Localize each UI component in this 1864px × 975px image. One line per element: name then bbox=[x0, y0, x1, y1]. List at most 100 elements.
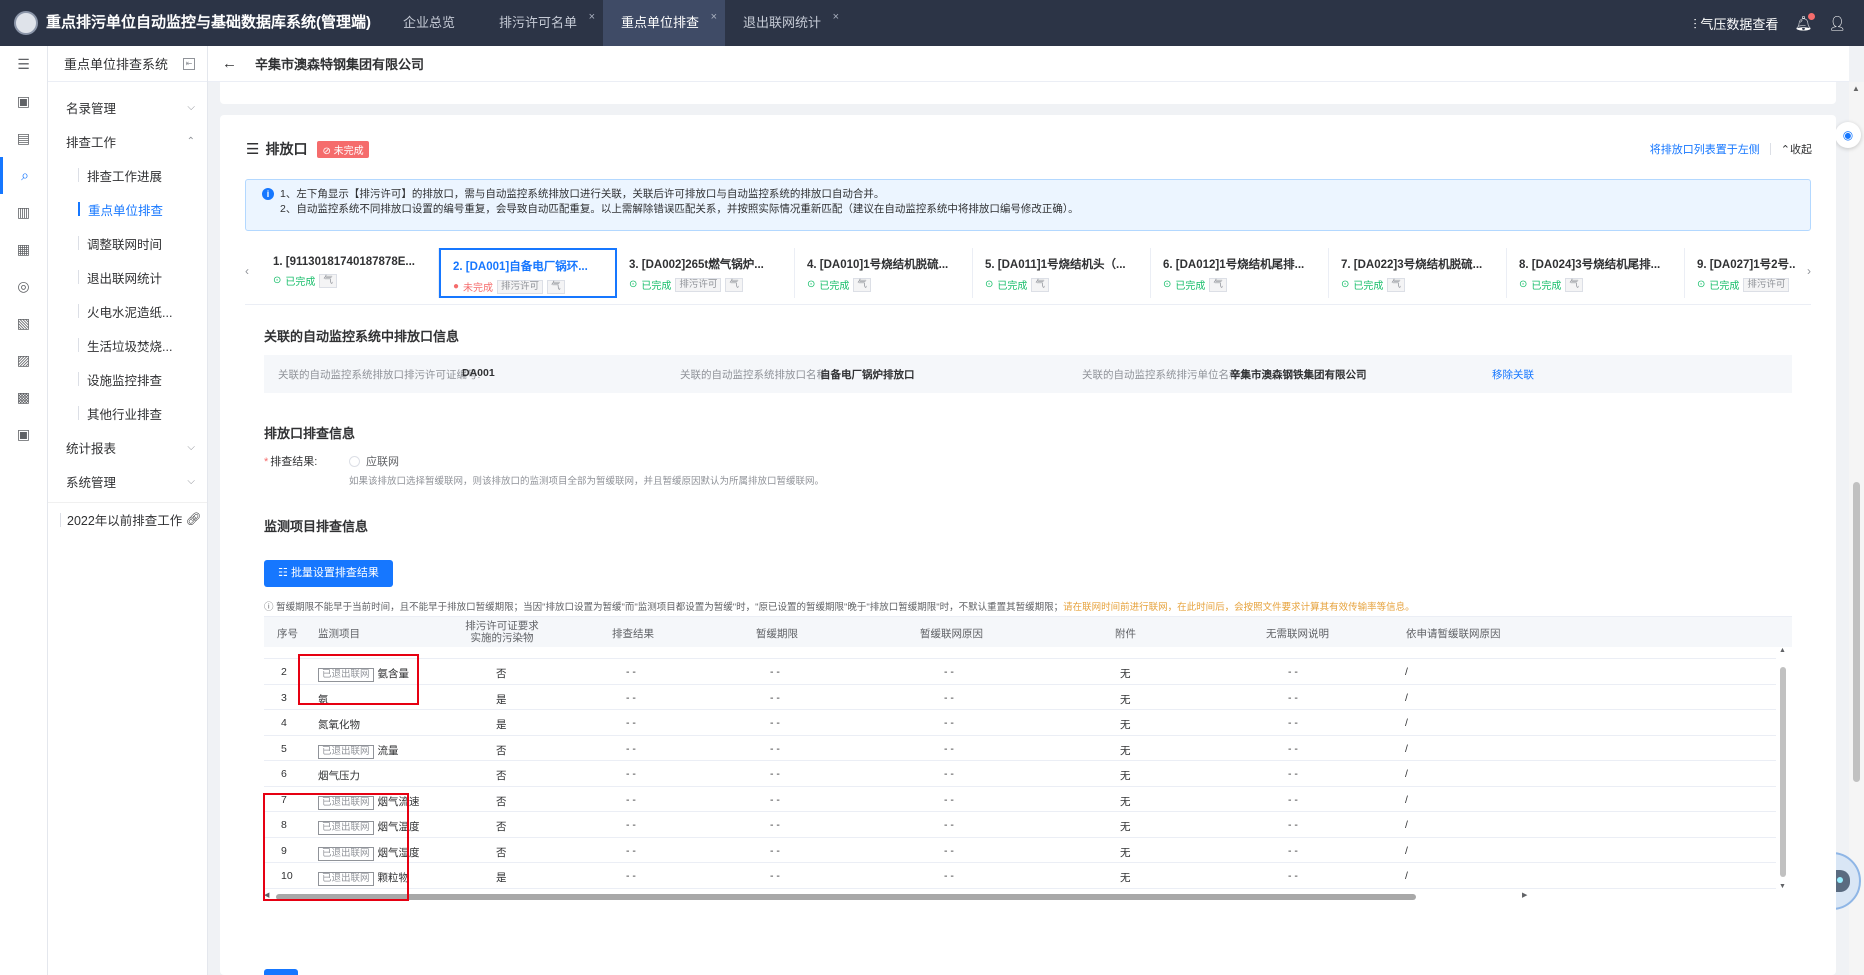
user-icon[interactable]: 👤︎ bbox=[1828, 15, 1846, 32]
cell-reason: - - bbox=[944, 768, 954, 780]
previous-card bbox=[220, 82, 1836, 104]
cell-nonet: - - bbox=[1288, 691, 1298, 704]
cell-reason: - - bbox=[944, 666, 954, 678]
outlet-tab[interactable]: 1. [911301817401878​78E... ⊙ 已完成气 bbox=[261, 248, 439, 298]
outlet-tab-title: 1. [911301817401878​78E... bbox=[273, 256, 415, 268]
nav-item-key-unit-check[interactable]: 重点单位排查 bbox=[48, 192, 207, 226]
breadcrumb: ← 辛集市澳森特钢集团有限公司 bbox=[208, 46, 1849, 82]
outlet-tab[interactable]: 9. [DA027]1号2号... ⊙ 已完成 排污许可 bbox=[1685, 248, 1795, 298]
nav-link-pre-2022[interactable]: 2022年以前排查工作 🔗︎ bbox=[48, 502, 207, 536]
table-hscroll-thumb[interactable] bbox=[276, 894, 1416, 900]
top-tab-overview[interactable]: 企业总览 bbox=[385, 0, 481, 46]
close-icon[interactable]: × bbox=[589, 0, 595, 40]
cell-nonet: - - bbox=[1288, 844, 1298, 857]
doc-icon[interactable]: ▥ bbox=[0, 194, 47, 231]
nav-group-reports[interactable]: 统计报表 ⌵ bbox=[48, 430, 207, 464]
collapse-icon[interactable]: ⇤ bbox=[183, 57, 195, 70]
outlet-tab-status: 已完成 bbox=[1531, 281, 1562, 292]
list-icon: ☷ bbox=[278, 567, 288, 579]
doc-check-icon[interactable]: ▦ bbox=[0, 231, 47, 268]
table-row: 8 已退出联网 烟气温度否 - -- -- -无- - / bbox=[264, 812, 1776, 838]
cell-req: 否 bbox=[496, 668, 507, 680]
nav-item-adjust-time[interactable]: 调整联网时间 bbox=[48, 226, 207, 260]
outlet-tab[interactable]: 3. [DA002]265t燃气锅炉... ⊙ 已完成 排污许可气 bbox=[617, 248, 795, 298]
scroll-up-icon[interactable]: ▲ bbox=[1779, 647, 1786, 654]
nav-item-other-industry[interactable]: 其他行业排查 bbox=[48, 396, 207, 430]
chevron-right-icon[interactable]: › bbox=[1807, 264, 1811, 278]
bar-chart-icon: ⫶ bbox=[1693, 15, 1697, 32]
assoc-permit-label: 关联的自动监控系统排放口排污许可证编号: bbox=[278, 369, 481, 381]
outlet-tab[interactable]: 4. [DA010]1号烧结机脱硫... ⊙ 已完成气 bbox=[795, 248, 973, 298]
nav-group-check-work[interactable]: 排查工作 ⌃ bbox=[48, 124, 207, 158]
outlet-tab[interactable]: 5. [DA011]1号烧结机头（... ⊙ 已完成气 bbox=[973, 248, 1151, 298]
check-heading: 排放口排查信息 bbox=[264, 426, 356, 441]
monitor-icon[interactable]: ▣ bbox=[0, 83, 47, 120]
outlet-tab-tag: 排污许可 bbox=[675, 277, 722, 292]
back-arrow-icon[interactable]: ← bbox=[222, 55, 237, 72]
outlet-tab[interactable]: 2. [DA001]自备电厂锅环... ● 未完成 排污许可气 bbox=[439, 248, 617, 298]
floating-tool-icon[interactable]: ◉ bbox=[1835, 122, 1861, 148]
cell-result: - - bbox=[626, 819, 636, 831]
outlet-tab[interactable]: 8. [DA024]3号烧结机尾排... ⊙ 已完成气 bbox=[1507, 248, 1685, 298]
table-vscroll-thumb[interactable] bbox=[1780, 667, 1786, 877]
nav-item-waste-incineration[interactable]: 生活垃圾焚烧... bbox=[48, 328, 207, 362]
cell-result: - - bbox=[626, 768, 636, 780]
close-icon[interactable]: × bbox=[711, 0, 717, 40]
network-radio[interactable]: 应联网 bbox=[349, 453, 399, 469]
cell-nonet: - - bbox=[1288, 742, 1298, 755]
scroll-up-icon[interactable]: ▲ bbox=[1852, 84, 1860, 93]
batch-set-button[interactable]: ☷ 批量设置排查结果 bbox=[264, 560, 393, 587]
nav-header: 重点单位排查系统 ⇤ bbox=[48, 46, 207, 82]
image-icon[interactable]: ▨ bbox=[0, 342, 47, 379]
table-vscroll[interactable]: ▲ ▼ bbox=[1776, 647, 1790, 892]
nav-group-directory[interactable]: 名录管理 ⌵ bbox=[48, 90, 207, 124]
cell-result: - - bbox=[626, 717, 636, 729]
scroll-right-icon[interactable]: ▶ bbox=[1522, 891, 1527, 899]
monitor-heading: 监测项目排查信息 bbox=[264, 519, 369, 534]
doc-search-icon[interactable]: ⌕ bbox=[0, 157, 47, 194]
bell-icon[interactable]: 🔔︎ bbox=[1794, 12, 1816, 32]
screen-icon[interactable]: ▤ bbox=[0, 120, 47, 157]
radio-circle[interactable] bbox=[349, 455, 360, 467]
col-permit-req: 排污许可证要求实施的污染物 bbox=[465, 620, 539, 644]
weather-data-button[interactable]: ⫶ 气压数据查看 bbox=[1693, 14, 1778, 33]
file-search-icon[interactable]: ▧ bbox=[0, 305, 47, 342]
outlet-tab[interactable]: 6. [DA012]1号烧结机尾排... ⊙ 已完成气 bbox=[1151, 248, 1329, 298]
page-scrollbar[interactable]: ▲ bbox=[1849, 82, 1864, 975]
page-scroll-thumb[interactable] bbox=[1853, 482, 1860, 782]
list-icon[interactable]: ▩ bbox=[0, 379, 47, 416]
nav-item-progress[interactable]: 排查工作进展 bbox=[48, 158, 207, 192]
cell-req: 否 bbox=[496, 744, 507, 757]
move-list-left-link[interactable]: 将排放口列表置于左侧 bbox=[1650, 141, 1760, 157]
top-tab-permit-list[interactable]: 排污许可名单 × bbox=[481, 0, 603, 46]
chart-icon[interactable]: ▣ bbox=[0, 416, 47, 453]
nav-item-exit-stats[interactable]: 退出联网统计 bbox=[48, 260, 207, 294]
target-icon[interactable]: ◎ bbox=[0, 268, 47, 305]
chevron-left-icon[interactable]: ‹ bbox=[245, 264, 249, 278]
side-nav: 重点单位排查系统 ⇤ 名录管理 ⌵ 排查工作 ⌃ 排查工作进展 重点单位排查 调整联… bbox=[48, 46, 208, 975]
nav-item-facility-monitor[interactable]: 设施监控排查 bbox=[48, 362, 207, 396]
scroll-down-icon[interactable]: ▼ bbox=[1779, 883, 1786, 890]
question-icon: ⓘ bbox=[264, 602, 274, 613]
remove-assoc-link[interactable]: 移除关联 bbox=[1492, 367, 1534, 382]
nav-group-system[interactable]: 系统管理 ⌵ bbox=[48, 464, 207, 498]
exited-network-tag: 已退出联网 bbox=[318, 744, 374, 759]
table-row: 2 已退出联网 氨含量否 - -- -- -无- - / bbox=[264, 659, 1776, 685]
icon-rail: ☰ ▣ ▤ ⌕ ▥ ▦ ◎ ▧ ▨ ▩ ▣ bbox=[0, 46, 48, 975]
outlet-detail-panel: 关联的自动监控系统中排放口信息 关联的自动监控系统排放口排污许可证编号: DA0… bbox=[245, 304, 1811, 975]
submit-button-partial[interactable] bbox=[264, 969, 298, 975]
outlet-tab[interactable]: 7. [DA022]3号烧结机脱硫... ⊙ 已完成气 bbox=[1329, 248, 1507, 298]
collapse-button[interactable]: ⌃收起 bbox=[1781, 141, 1812, 157]
menu-icon: ☰ bbox=[246, 141, 260, 158]
nav-item-power-cement-paper[interactable]: 火电水泥造纸... bbox=[48, 294, 207, 328]
cell-reason: - - bbox=[944, 844, 954, 857]
top-bar: 重点排污单位自动监控与基础数据库系统(管理端) 企业总览 排污许可名单 × 重点单… bbox=[0, 0, 1864, 46]
cell-attach: 无 bbox=[1120, 719, 1131, 731]
table-hscroll[interactable]: ◀ ▶ bbox=[264, 892, 1792, 901]
notification-dot bbox=[1808, 12, 1816, 20]
top-tab-key-unit-check[interactable]: 重点单位排查 × bbox=[603, 0, 726, 46]
close-icon[interactable]: × bbox=[833, 0, 839, 40]
top-tab-exit-network-stats[interactable]: 退出联网统计 × bbox=[725, 0, 847, 46]
col-nonet: 无需联网说明 bbox=[1266, 628, 1329, 640]
hamburger-icon[interactable]: ☰ bbox=[0, 46, 47, 83]
